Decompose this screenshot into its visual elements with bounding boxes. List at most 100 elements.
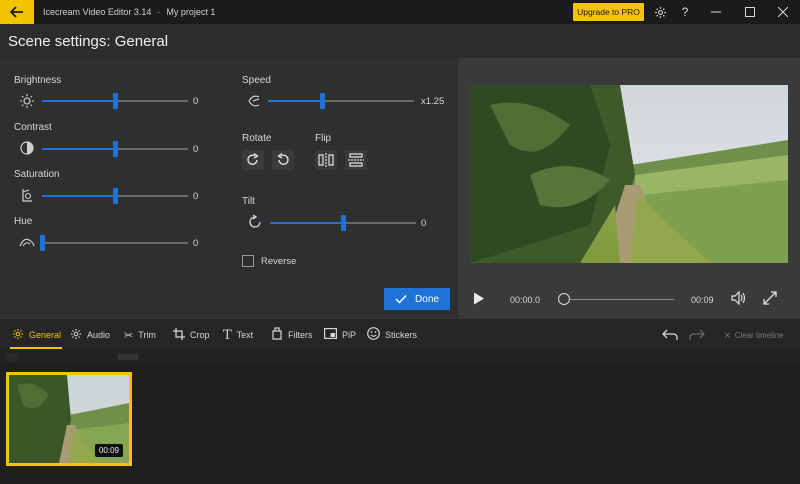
brightness-slider-fill [42, 100, 115, 102]
title-bar: Icecream Video Editor 3.14 - My project … [0, 0, 800, 24]
timeline-clip[interactable]: 00:09 [6, 372, 132, 466]
gear-icon [12, 328, 24, 343]
tab-label: Filters [288, 330, 313, 340]
playback-knob[interactable] [558, 293, 570, 305]
saturation-slider-thumb[interactable] [113, 188, 118, 204]
tab-label: Trim [138, 330, 156, 340]
hue-label: Hue [14, 216, 33, 227]
tab-label: Text [236, 330, 254, 340]
contrast-value: 0 [193, 144, 199, 155]
brightness-value: 0 [193, 96, 199, 107]
tilt-label: Tilt [242, 196, 255, 207]
contrast-slider-thumb[interactable] [113, 141, 118, 157]
pip-icon [324, 328, 338, 342]
tilt-value: 0 [421, 218, 427, 229]
tab-label: Crop [190, 330, 210, 340]
page-title: Scene settings: General [8, 33, 169, 50]
saturation-slider[interactable] [42, 188, 188, 204]
tilt-icon [246, 214, 264, 230]
scene-header: Scene settings: General [0, 24, 800, 58]
tab-label: PiP [342, 330, 357, 340]
tab-stickers[interactable]: Stickers [367, 327, 417, 343]
redo-icon [689, 329, 705, 340]
tab-crop[interactable]: Crop [173, 327, 210, 343]
brightness-slider[interactable] [42, 93, 188, 109]
hue-value: 0 [193, 238, 199, 249]
undo-icon [662, 329, 678, 340]
speed-slider-fill [268, 100, 323, 102]
tilt-slider-fill [270, 222, 343, 224]
clear-x-icon: ✕ [724, 331, 731, 340]
speed-slider-thumb[interactable] [320, 93, 326, 109]
speed-value: x1.25 [421, 96, 445, 107]
play-button[interactable] [473, 292, 485, 308]
reverse-label: Reverse [261, 256, 297, 267]
tab-filters[interactable]: Filters [271, 327, 313, 343]
rotate-left-button[interactable] [272, 150, 294, 170]
upgrade-button[interactable]: Upgrade to PRO [573, 3, 644, 21]
filters-icon [271, 327, 283, 343]
editor-tabs: General Audio ✂ Trim Crop T Text Filters… [0, 318, 800, 350]
done-button[interactable]: Done [384, 288, 450, 310]
title-separator: - [157, 7, 161, 17]
playhead-handle[interactable] [6, 353, 18, 361]
playback-progress[interactable] [564, 299, 674, 300]
hue-slider[interactable] [40, 235, 188, 251]
done-label: Done [415, 293, 439, 305]
sun-icon [18, 93, 36, 109]
timeline: 00:09 [0, 350, 800, 484]
scissors-icon: ✂ [124, 329, 134, 342]
settings-panel: Brightness 0 Contrast 0 Saturation 0 Hue… [0, 58, 458, 318]
contrast-slider-fill [42, 148, 115, 150]
preview-panel: 00:00.0 00:09 [458, 58, 800, 318]
reverse-checkbox[interactable] [242, 255, 254, 267]
play-icon [474, 292, 484, 305]
ruler-marker [118, 354, 138, 360]
video-preview [470, 85, 788, 263]
saturation-icon [18, 187, 36, 203]
minimize-icon[interactable] [707, 3, 725, 21]
contrast-slider[interactable] [42, 141, 188, 157]
tilt-slider[interactable] [270, 215, 416, 231]
brightness-label: Brightness [14, 75, 62, 86]
speed-icon [246, 93, 264, 109]
saturation-slider-fill [42, 195, 115, 197]
tab-label: General [29, 330, 62, 340]
maximize-icon[interactable] [741, 3, 759, 21]
rotate-right-button[interactable] [242, 150, 264, 170]
timeline-ruler[interactable] [0, 350, 800, 364]
hue-icon [18, 234, 36, 250]
brightness-slider-thumb[interactable] [113, 93, 118, 109]
contrast-label: Contrast [14, 122, 52, 133]
flip-horizontal-button[interactable] [315, 150, 337, 170]
rotate-label: Rotate [242, 133, 272, 144]
flip-horizontal-icon [318, 153, 334, 167]
flip-vertical-button[interactable] [345, 150, 367, 170]
close-icon[interactable] [774, 3, 792, 21]
saturation-label: Saturation [14, 169, 60, 180]
back-button[interactable] [0, 0, 34, 24]
settings-gear-icon[interactable] [651, 3, 669, 21]
tab-audio[interactable]: Audio [70, 327, 110, 343]
tilt-slider-thumb[interactable] [341, 215, 346, 231]
undo-button[interactable] [662, 327, 678, 343]
speed-slider[interactable] [268, 93, 414, 109]
crop-icon [173, 327, 185, 343]
help-icon[interactable]: ? [676, 3, 694, 21]
active-tab-indicator [10, 347, 62, 349]
fullscreen-icon[interactable] [763, 291, 777, 308]
redo-button[interactable] [689, 327, 705, 343]
tab-general[interactable]: General [12, 327, 61, 343]
app-title: Icecream Video Editor 3.14 [43, 7, 152, 17]
tab-text[interactable]: T Text [223, 327, 253, 343]
saturation-value: 0 [193, 191, 199, 202]
clear-timeline-label: Clear timeline [734, 331, 784, 340]
clear-timeline-button[interactable]: ✕ Clear timeline [724, 331, 784, 340]
tab-trim[interactable]: ✂ Trim [124, 327, 156, 343]
tab-pip[interactable]: PiP [324, 327, 356, 343]
arrow-left-icon [10, 6, 23, 18]
hue-slider-thumb[interactable] [40, 235, 45, 251]
volume-icon[interactable] [731, 290, 747, 308]
tab-label: Audio [87, 330, 111, 340]
speed-label: Speed [242, 75, 271, 86]
